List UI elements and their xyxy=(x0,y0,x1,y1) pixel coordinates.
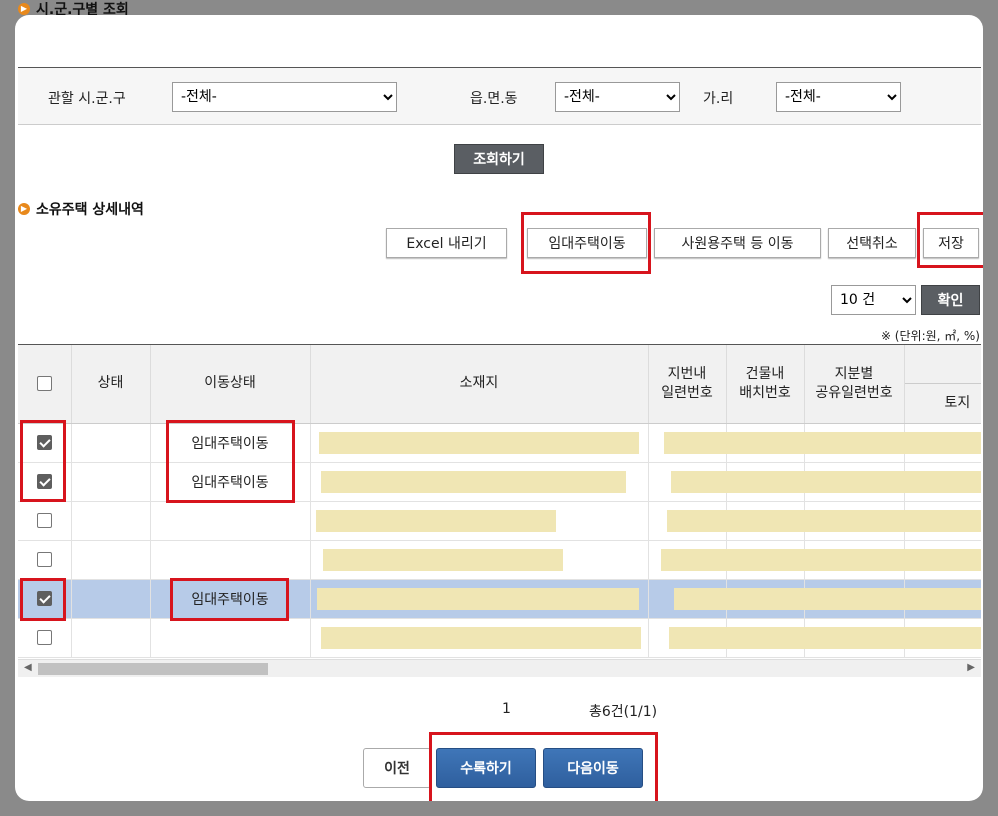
scroll-left-icon[interactable]: ◀ xyxy=(24,662,32,673)
row-checkbox[interactable] xyxy=(36,435,52,450)
row-cell xyxy=(648,618,981,658)
section-header: ▶ 소유주택 상세내역 xyxy=(18,199,144,219)
row-checkbox[interactable] xyxy=(36,630,52,645)
sigungu-label: 관할 시.군.구 xyxy=(48,91,126,107)
row-cell xyxy=(648,423,981,463)
table-row[interactable] xyxy=(18,540,981,580)
row-checkbox-cell[interactable] xyxy=(18,501,72,541)
eupmyeondong-label: 읍.면.동 xyxy=(470,91,518,107)
row-checkbox-cell[interactable] xyxy=(18,423,72,463)
header-building-serial: 건물내 배치번호 xyxy=(726,345,805,424)
row-move-status xyxy=(150,618,311,658)
deselect-button[interactable]: 선택취소 xyxy=(828,228,916,258)
select-all-cell[interactable] xyxy=(18,345,72,424)
redacted-serials xyxy=(673,587,981,610)
row-cell xyxy=(310,540,649,580)
table-row[interactable]: 임대주택이동 xyxy=(18,423,981,463)
table-row[interactable] xyxy=(18,618,981,658)
row-status xyxy=(71,618,151,658)
gari-select[interactable]: -전체- xyxy=(776,82,901,112)
row-move-status xyxy=(150,540,311,580)
pagination-total: 총6건(1/1) xyxy=(589,704,658,720)
row-status xyxy=(71,423,151,463)
row-checkbox-cell[interactable] xyxy=(18,618,72,658)
table-header: 상태 이동상태 소재지 지번내 일련번호 건물내 배치번호 지분별 공유일련번호 토지 xyxy=(18,345,981,424)
row-cell xyxy=(310,618,649,658)
header-move-status: 이동상태 xyxy=(150,345,311,424)
row-checkbox[interactable] xyxy=(36,552,52,567)
search-box: 관할 시.군.구 -전체- 읍.면.동 -전체- 가.리 -전체- xyxy=(18,67,981,125)
redacted-location xyxy=(322,548,563,571)
select-all-checkbox[interactable] xyxy=(36,375,52,391)
row-checkbox[interactable] xyxy=(36,513,52,528)
table-row[interactable] xyxy=(18,501,981,541)
horizontal-scrollbar[interactable]: ◀ ▶ xyxy=(18,659,981,677)
search-button[interactable]: 조회하기 xyxy=(454,144,544,174)
excel-download-button[interactable]: Excel 내리기 xyxy=(386,228,507,258)
submit-button[interactable]: 수록하기 xyxy=(436,748,536,788)
row-checkbox-cell[interactable] xyxy=(18,462,72,502)
row-checkbox[interactable] xyxy=(36,474,52,489)
redacted-serials xyxy=(663,431,981,454)
row-cell xyxy=(310,579,649,619)
redacted-serials xyxy=(666,509,981,532)
row-cell xyxy=(648,462,981,502)
row-cell xyxy=(648,501,981,541)
header-lot-serial: 지번내 일련번호 xyxy=(648,345,727,424)
page-size-confirm-button[interactable]: 확인 xyxy=(921,285,980,315)
redacted-serials xyxy=(668,626,981,649)
row-cell xyxy=(310,423,649,463)
sigungu-select[interactable]: -전체- xyxy=(172,82,397,112)
prev-button[interactable]: 이전 xyxy=(363,748,431,788)
header-land: 토지 xyxy=(904,345,981,424)
row-cell xyxy=(648,540,981,580)
table-row[interactable]: 임대주택이동 xyxy=(18,579,981,619)
row-move-status: 임대주택이동 xyxy=(150,579,311,619)
row-checkbox[interactable] xyxy=(36,591,52,606)
page-link-1[interactable]: 1 xyxy=(502,701,511,717)
page-size-select[interactable]: 10 건 xyxy=(831,285,916,315)
gari-label: 가.리 xyxy=(703,91,734,107)
row-cell xyxy=(648,579,981,619)
redacted-location xyxy=(320,470,626,493)
header-share-serial: 지분별 공유일련번호 xyxy=(804,345,905,424)
row-status xyxy=(71,540,151,580)
row-checkbox-cell[interactable] xyxy=(18,540,72,580)
row-move-status: 임대주택이동 xyxy=(150,462,311,502)
row-status xyxy=(71,501,151,541)
row-move-status: 임대주택이동 xyxy=(150,423,311,463)
row-checkbox-cell[interactable] xyxy=(18,579,72,619)
redacted-location xyxy=(320,626,641,649)
table-row[interactable]: 임대주택이동 xyxy=(18,462,981,502)
eupmyeondong-select[interactable]: -전체- xyxy=(555,82,680,112)
row-cell xyxy=(310,501,649,541)
save-button[interactable]: 저장 xyxy=(923,228,979,258)
next-move-button[interactable]: 다음이동 xyxy=(543,748,643,788)
housing-table: 상태 이동상태 소재지 지번내 일련번호 건물내 배치번호 지분별 공유일련번호 토지… xyxy=(18,344,981,679)
unit-note: ※ (단위:원, ㎡, %) xyxy=(880,329,980,343)
redacted-serials xyxy=(660,548,981,571)
main-panel: 관할 시.군.구 -전체- 읍.면.동 -전체- 가.리 -전체- 조회하기 ▶… xyxy=(15,15,983,801)
header-location: 소재지 xyxy=(310,345,649,424)
bullet-icon: ▶ xyxy=(18,203,30,215)
row-status xyxy=(71,579,151,619)
redacted-location xyxy=(318,431,639,454)
header-status: 상태 xyxy=(71,345,151,424)
section-title: 소유주택 상세내역 xyxy=(36,202,144,218)
scroll-right-icon[interactable]: ▶ xyxy=(967,662,975,673)
bullet-icon: ▶ xyxy=(18,3,30,15)
redacted-serials xyxy=(670,470,981,493)
row-cell xyxy=(310,462,649,502)
row-status xyxy=(71,462,151,502)
row-move-status xyxy=(150,501,311,541)
redacted-location xyxy=(316,587,639,610)
company-housing-move-button[interactable]: 사원용주택 등 이동 xyxy=(654,228,821,258)
rental-move-button[interactable]: 임대주택이동 xyxy=(527,228,647,258)
redacted-location xyxy=(315,509,556,532)
scrollbar-thumb[interactable] xyxy=(38,663,268,675)
